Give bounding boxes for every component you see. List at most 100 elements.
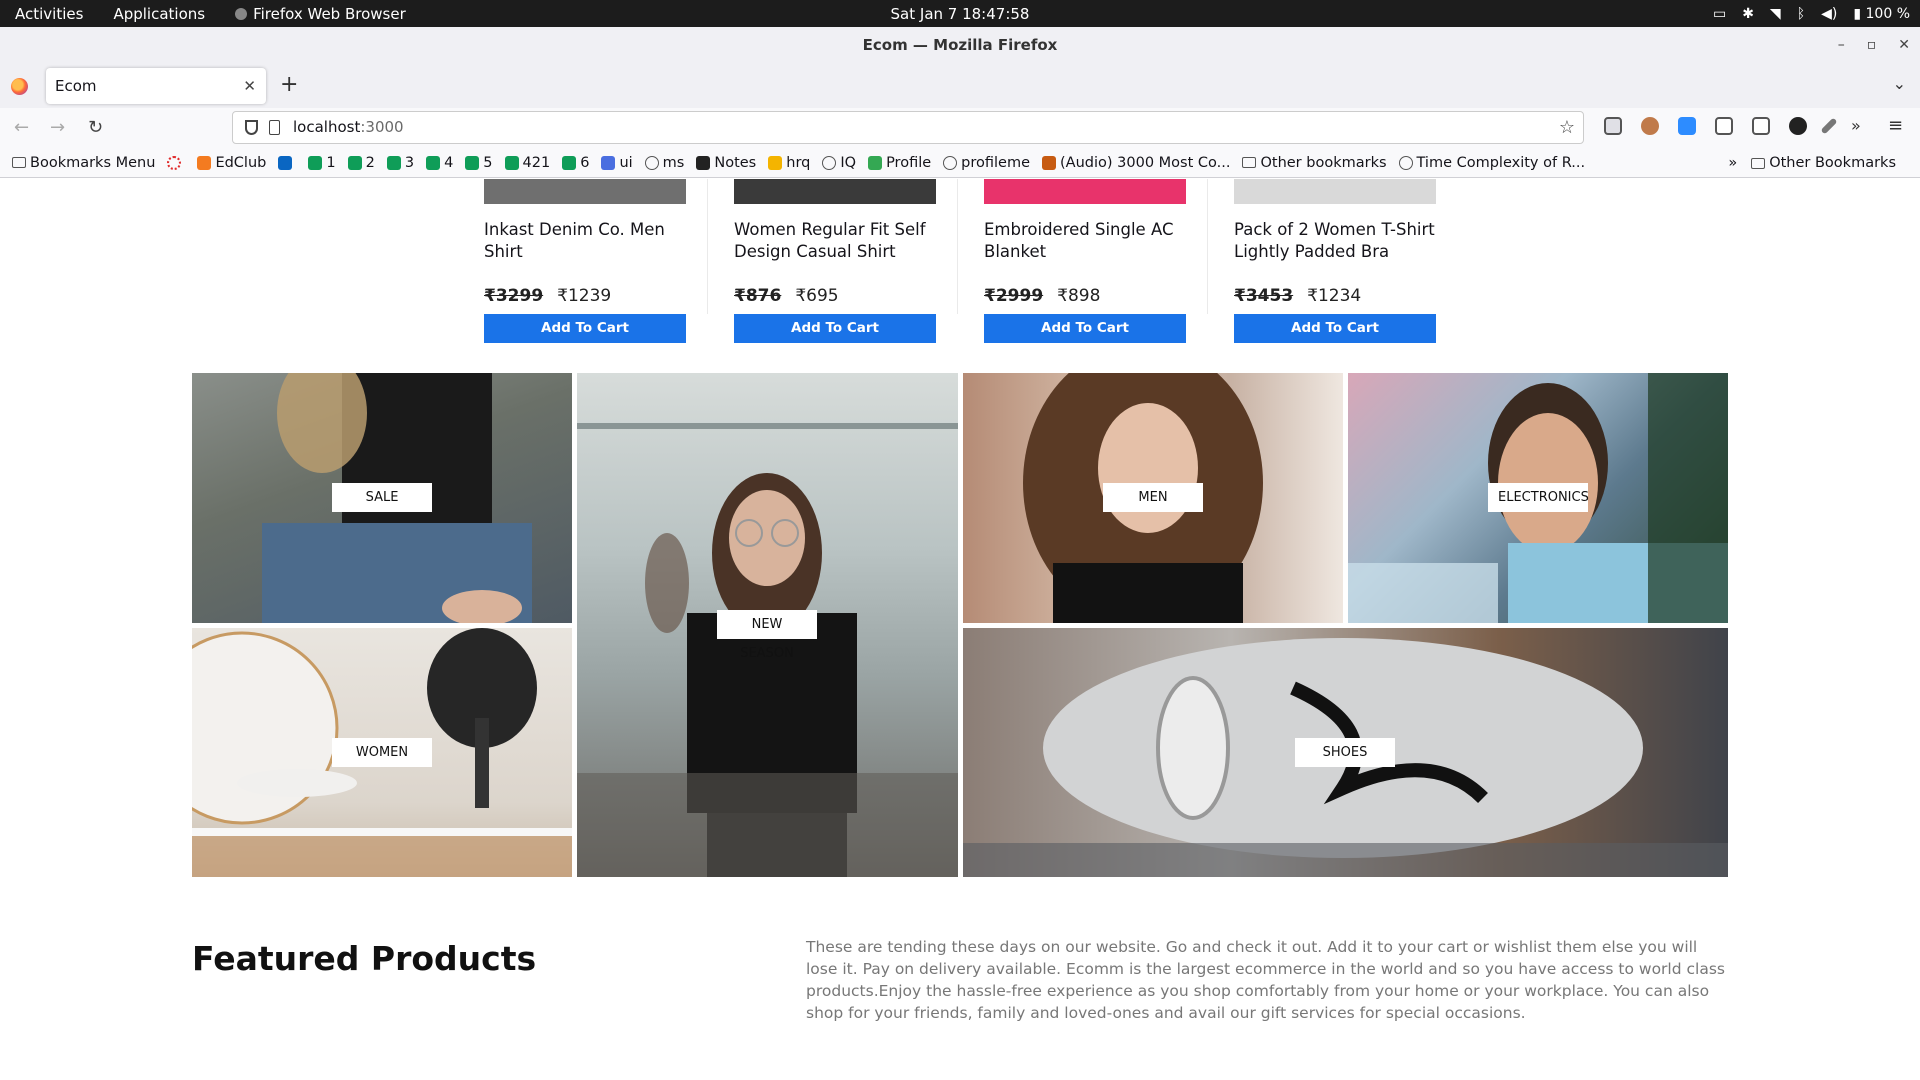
folder-icon [1242,157,1257,168]
bookmark-item[interactable]: IQ [822,155,856,171]
minimize-icon[interactable]: – [1838,27,1845,64]
bookmark-label: 3 [404,154,415,171]
category-tile-men[interactable]: MEN [963,373,1343,623]
bookmark-item[interactable]: profileme [943,155,1030,171]
forward-icon[interactable]: → [50,117,65,138]
page-content: Inkast Denim Co. Men Shirt ₹3299 ₹1239 Add … [0,179,1920,1080]
addon-icon[interactable] [1752,117,1770,135]
extensions-icon[interactable] [1715,117,1733,135]
bluetooth-icon: ᛒ [1796,5,1806,22]
product-card[interactable]: Women Regular Fit Self Design Casual Shi… [734,179,958,349]
applications-menu[interactable]: Applications [98,5,220,23]
bookmark-item[interactable]: Profile [868,155,931,171]
category-tile-new-season[interactable]: NEW SEASON [577,373,958,877]
sheets-icon [426,155,441,170]
drive-icon [868,155,883,170]
navigation-toolbar: ← → ↻ localhost:3000 ☆ » ≡ [0,108,1920,148]
overflow-chevron-icon[interactable]: » [1851,117,1869,135]
bookmark-label: 1 [326,154,336,171]
product-card[interactable]: Inkast Denim Co. Men Shirt ₹3299 ₹1239 Add … [484,179,708,349]
bookmark-item[interactable]: ui [601,155,633,171]
bookmark-item[interactable]: ms [644,155,684,171]
firefox-small-icon [235,7,248,20]
bookmark-item[interactable]: hrq [768,155,810,171]
product-prices: ₹3453 ₹1234 [1234,286,1361,306]
category-tile-sale[interactable]: SALE [192,373,572,623]
system-tray[interactable]: ▭ ✱ ◥ ᛒ ◀) ▮ 100 % [1713,0,1910,27]
bookmark-item[interactable]: 4 [426,155,453,171]
bookmark-item[interactable]: 3 [386,154,415,171]
category-label-shoes: SHOES [1295,738,1395,767]
account-r-icon[interactable] [1789,117,1807,135]
bookmarks-overflow: » Other Bookmarks [1728,148,1908,178]
reload-icon[interactable]: ↻ [88,117,103,138]
product-image[interactable] [984,179,1186,204]
globe-icon [822,155,837,170]
product-card[interactable]: Embroidered Single AC Blanket ₹2999 ₹898 Ad… [984,179,1208,349]
tab-close-icon[interactable]: ✕ [243,68,256,104]
eyedropper-icon[interactable] [1820,117,1838,135]
bookmark-item[interactable]: 6 [562,155,589,171]
bookmark-item[interactable]: (Audio) 3000 Most Co... [1042,155,1230,171]
audio-icon [1042,155,1057,170]
product-image[interactable] [484,179,686,204]
active-app-menu[interactable]: Firefox Web Browser [220,5,421,23]
firefox-view-icon[interactable] [11,78,28,95]
bookmark-label: 2 [365,154,375,171]
bookmark-item[interactable]: 1 [308,154,336,171]
bookmark-star-icon[interactable]: ☆ [1559,112,1575,143]
bookmark-item[interactable]: 5 [465,155,493,171]
bookmark-label: Time Complexity of R... [1416,154,1586,171]
featured-products-description: These are tending these days on our webs… [806,938,1725,1022]
back-icon[interactable]: ← [14,117,29,138]
add-to-cart-button[interactable]: Add To Cart [1234,314,1436,343]
bookmark-item[interactable]: Notes [696,155,756,171]
category-label-women: WOMEN [332,738,432,767]
bookmark-label: Other bookmarks [1260,154,1387,171]
tab-ecom[interactable]: Ecom ✕ [46,68,266,104]
bookmarks-chevron-icon[interactable]: » [1728,155,1737,171]
zoom-icon[interactable] [1678,117,1696,135]
tab-strip: Ecom ✕ + ⌄ [0,64,1920,108]
bookmark-label: 6 [580,154,590,171]
tracking-protection-icon[interactable] [245,120,258,135]
product-image[interactable] [1234,179,1436,204]
product-name[interactable]: Inkast Denim Co. Men Shirt [484,219,686,263]
add-to-cart-button[interactable]: Add To Cart [984,314,1186,343]
bookmark-item[interactable]: Other bookmarks [1242,154,1387,171]
edclub-ring-icon [167,155,182,170]
product-original-price: ₹3453 [1234,286,1294,306]
bookmark-item[interactable] [278,155,296,170]
bookmark-item[interactable]: Bookmarks Menu [12,155,155,171]
url-host: localhost [293,118,361,136]
product-card[interactable]: Pack of 2 Women T-Shirt Lightly Padded B… [1234,179,1436,349]
bookmark-item[interactable]: 421 [504,154,551,171]
bookmark-item[interactable]: 2 [347,154,375,171]
bookmark-item[interactable]: EdClub [197,155,266,171]
close-icon[interactable]: ✕ [1898,27,1910,64]
product-image[interactable] [734,179,936,204]
product-name[interactable]: Women Regular Fit Self Design Casual Shi… [734,219,936,263]
new-tab-icon[interactable]: + [280,72,298,97]
activities-button[interactable]: Activities [0,5,98,23]
list-all-tabs-icon[interactable]: ⌄ [1893,74,1906,93]
other-bookmarks-button[interactable]: Other Bookmarks [1751,155,1896,171]
bookmark-label: 421 [522,154,551,171]
bookmark-item[interactable] [167,155,185,170]
bookmark-label: 4 [444,154,454,171]
product-name[interactable]: Pack of 2 Women T-Shirt Lightly Padded B… [1234,219,1436,263]
bookmark-item[interactable]: Time Complexity of R... [1398,154,1586,171]
pocket-icon[interactable] [1604,117,1622,135]
card-divider [957,179,958,314]
category-tile-women[interactable]: WOMEN [192,628,572,877]
url-bar[interactable]: localhost:3000 ☆ [232,111,1584,144]
page-info-icon[interactable] [269,120,280,135]
hamburger-menu-icon[interactable]: ≡ [1888,117,1906,135]
product-name[interactable]: Embroidered Single AC Blanket [984,219,1186,263]
category-tile-electronics[interactable]: ELECTRONICS [1348,373,1728,623]
restore-icon[interactable]: ▫ [1867,27,1877,64]
add-to-cart-button[interactable]: Add To Cart [734,314,936,343]
add-to-cart-button[interactable]: Add To Cart [484,314,686,343]
profile-extension-icon[interactable] [1641,117,1659,135]
category-tile-shoes[interactable]: SHOES [963,628,1728,877]
